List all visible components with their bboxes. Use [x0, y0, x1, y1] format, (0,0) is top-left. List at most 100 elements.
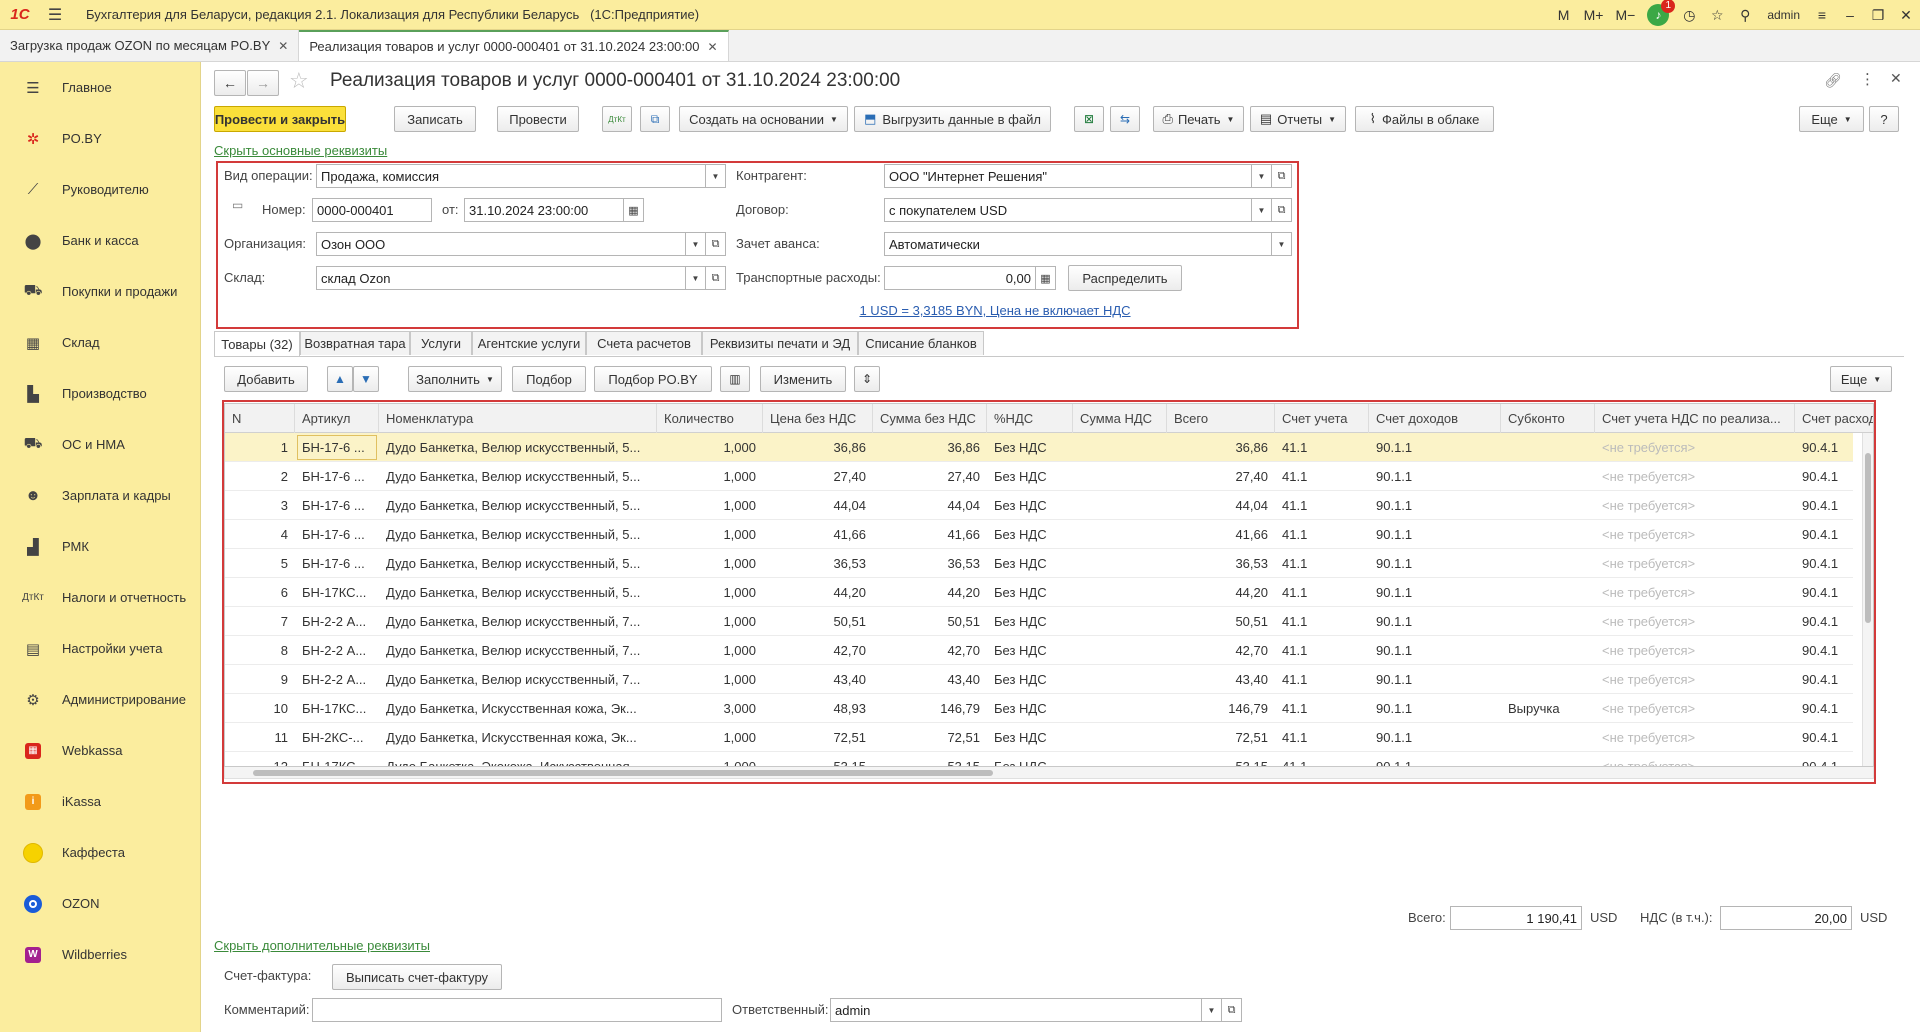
table-cell[interactable]: 53,15: [873, 752, 987, 766]
table-cell[interactable]: 2: [225, 462, 295, 491]
table-row[interactable]: 3 БН-17-6 ... Дудо Банкетка, Велюр искусст…: [225, 491, 1853, 520]
sidebar-item-production[interactable]: ▙ Производство: [0, 368, 200, 419]
table-cell[interactable]: 11: [225, 723, 295, 752]
table-cell[interactable]: 90.1.1: [1369, 549, 1501, 578]
tab-goods[interactable]: Товары (32): [214, 331, 300, 356]
exchange-rate-link[interactable]: 1 USD = 3,3185 BYN, Цена не включает НДС: [738, 303, 1252, 318]
table-cell[interactable]: 41.1: [1275, 549, 1369, 578]
table-cell[interactable]: 1,000: [657, 607, 763, 636]
table-cell[interactable]: 1,000: [657, 636, 763, 665]
contract-dropdown[interactable]: ▼: [1252, 198, 1272, 222]
comment-field[interactable]: [312, 998, 722, 1022]
table-cell[interactable]: [1073, 520, 1167, 549]
exchange-icon[interactable]: ⇆: [1110, 106, 1140, 132]
calendar-icon[interactable]: ▦: [624, 198, 644, 222]
table-cell[interactable]: 44,04: [763, 491, 873, 520]
table-cell[interactable]: 43,40: [873, 665, 987, 694]
table-cell[interactable]: Выручка: [1501, 694, 1595, 723]
table-cell[interactable]: Дудо Банкетка, Экокожа, Искусственная...: [379, 752, 657, 766]
table-cell[interactable]: 53,15: [1167, 752, 1275, 766]
table-cell[interactable]: Дудо Банкетка, Искусственная кожа, Эк...: [379, 723, 657, 752]
table-cell[interactable]: <не требуется>: [1595, 462, 1795, 491]
table-cell[interactable]: 1,000: [657, 549, 763, 578]
table-cell[interactable]: 41.1: [1275, 694, 1369, 723]
open-responsible-icon[interactable]: ⧉: [1222, 998, 1242, 1022]
table-cell[interactable]: 1: [225, 433, 295, 462]
table-cell[interactable]: 27,40: [763, 462, 873, 491]
sidebar-item-bank[interactable]: ⬤ Банк и касса: [0, 215, 200, 266]
table-cell[interactable]: 44,20: [1167, 578, 1275, 607]
move-up-icon[interactable]: ▲: [327, 366, 353, 392]
link-icon[interactable]: 🔗︎: [1824, 72, 1842, 89]
table-cell[interactable]: Дудо Банкетка, Велюр искусственный, 5...: [379, 433, 657, 462]
table-cell[interactable]: [1073, 665, 1167, 694]
table-cell[interactable]: 50,51: [873, 607, 987, 636]
table-cell[interactable]: 36,86: [873, 433, 987, 462]
structure-icon[interactable]: ⧉: [640, 106, 670, 132]
table-cell[interactable]: Дудо Банкетка, Велюр искусственный, 7...: [379, 665, 657, 694]
sidebar-item-ikassa[interactable]: i iKassa: [0, 776, 200, 827]
table-row[interactable]: 8 БН-2-2 А... Дудо Банкетка, Велюр искусст…: [225, 636, 1853, 665]
organization-field[interactable]: Озон ООО: [316, 232, 686, 256]
table-cell[interactable]: 44,04: [1167, 491, 1275, 520]
table-cell[interactable]: Без НДС: [987, 665, 1073, 694]
column-header[interactable]: Сумма без НДС: [873, 404, 987, 433]
table-cell[interactable]: 36,86: [1167, 433, 1275, 462]
forward-arrow-icon[interactable]: →: [247, 70, 279, 96]
table-cell[interactable]: БН-2-2 А...: [295, 607, 379, 636]
table-cell[interactable]: <не требуется>: [1595, 723, 1795, 752]
column-header[interactable]: Цена без НДС: [763, 404, 873, 433]
table-cell[interactable]: 90.1.1: [1369, 433, 1501, 462]
table-cell[interactable]: [1501, 462, 1595, 491]
table-cell[interactable]: БН-17-6 ...: [295, 491, 379, 520]
table-cell[interactable]: 41.1: [1275, 607, 1369, 636]
table-cell[interactable]: <не требуется>: [1595, 752, 1795, 766]
table-cell[interactable]: 41.1: [1275, 520, 1369, 549]
table-row[interactable]: 9 БН-2-2 А... Дудо Банкетка, Велюр искусст…: [225, 665, 1853, 694]
table-cell[interactable]: [1073, 578, 1167, 607]
pick-button[interactable]: Подбор: [512, 366, 586, 392]
column-header[interactable]: Номенклатура: [379, 404, 657, 433]
tab-services[interactable]: Услуги: [410, 331, 472, 355]
column-header[interactable]: N: [225, 404, 295, 433]
table-cell[interactable]: [1073, 694, 1167, 723]
counterparty-field[interactable]: ООО "Интернет Решения": [884, 164, 1252, 188]
table-cell[interactable]: 1,000: [657, 723, 763, 752]
column-header[interactable]: Счет расходов: [1795, 404, 1873, 433]
open-contract-icon[interactable]: ⧉: [1272, 198, 1292, 222]
sidebar-item-poby[interactable]: ✲ PO.BY: [0, 113, 200, 164]
table-cell[interactable]: Без НДС: [987, 607, 1073, 636]
barcode-icon[interactable]: ▥: [720, 366, 750, 392]
star-icon[interactable]: ☆: [1703, 0, 1731, 30]
table-row[interactable]: 12 БН-17КС... Дудо Банкетка, Экокожа, Иску…: [225, 752, 1853, 766]
sidebar-item-admin[interactable]: ⚙ Администрирование: [0, 674, 200, 725]
vertical-scrollbar[interactable]: [1862, 433, 1873, 766]
post-and-close-button[interactable]: Провести и закрыть: [214, 106, 346, 132]
table-cell[interactable]: 3: [225, 491, 295, 520]
table-cell[interactable]: <не требуется>: [1595, 433, 1795, 462]
table-cell[interactable]: Без НДС: [987, 549, 1073, 578]
table-row[interactable]: 1 БН-17-6 ... Дудо Банкетка, Велюр искусст…: [225, 433, 1853, 462]
table-cell[interactable]: Без НДС: [987, 520, 1073, 549]
organization-dropdown[interactable]: ▼: [686, 232, 706, 256]
export-data-button[interactable]: ⬒ Выгрузить данные в файл: [854, 106, 1051, 132]
search-icon[interactable]: ⚲: [1731, 0, 1759, 30]
table-cell[interactable]: <не требуется>: [1595, 607, 1795, 636]
table-cell[interactable]: БН-17КС...: [295, 578, 379, 607]
table-cell[interactable]: 27,40: [1167, 462, 1275, 491]
table-cell[interactable]: 90.1.1: [1369, 636, 1501, 665]
close-tab-icon[interactable]: ✕: [278, 39, 288, 53]
table-cell[interactable]: Дудо Банкетка, Велюр искусственный, 7...: [379, 636, 657, 665]
table-cell[interactable]: [1073, 433, 1167, 462]
column-header[interactable]: Сумма НДС: [1073, 404, 1167, 433]
table-cell[interactable]: 72,51: [763, 723, 873, 752]
table-cell[interactable]: [1501, 578, 1595, 607]
table-cell[interactable]: 8: [225, 636, 295, 665]
expand-rows-icon[interactable]: ⇕: [854, 366, 880, 392]
table-cell[interactable]: 90.1.1: [1369, 491, 1501, 520]
sidebar-item-taxes[interactable]: ДтКт Налоги и отчетность: [0, 572, 200, 623]
table-row[interactable]: 5 БН-17-6 ... Дудо Банкетка, Велюр искусст…: [225, 549, 1853, 578]
table-cell[interactable]: 7: [225, 607, 295, 636]
table-row[interactable]: 10 БН-17КС... Дудо Банкетка, Искусственная…: [225, 694, 1853, 723]
table-cell[interactable]: 72,51: [873, 723, 987, 752]
